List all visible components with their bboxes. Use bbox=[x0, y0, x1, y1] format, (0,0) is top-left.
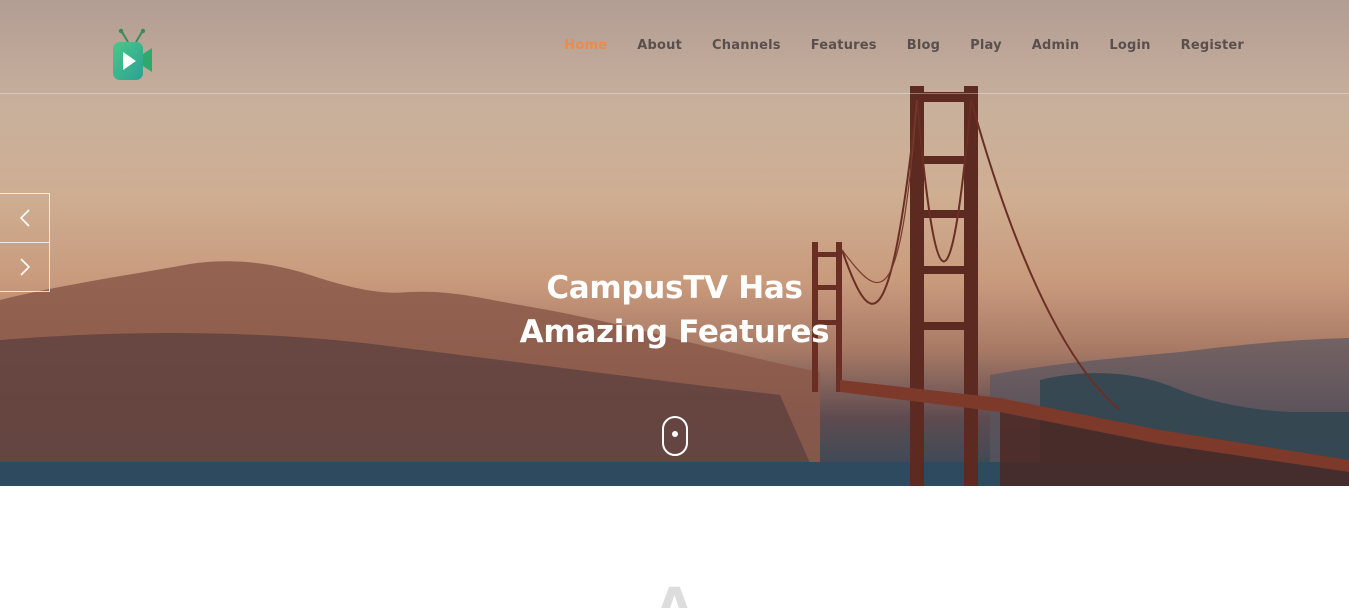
bridge-cable-main bbox=[841, 99, 1121, 411]
nav-item-home[interactable]: Home bbox=[564, 36, 607, 56]
navbar: Home About Channels Features Blog Play A… bbox=[0, 0, 1349, 94]
mouse-scroll-icon bbox=[672, 431, 678, 437]
hero-title: CampusTV Has Amazing Features bbox=[0, 266, 1349, 354]
main-nav: Home About Channels Features Blog Play A… bbox=[564, 36, 1244, 56]
scroll-down-indicator[interactable] bbox=[662, 416, 688, 456]
nav-item-login[interactable]: Login bbox=[1109, 36, 1150, 56]
chevron-left-icon bbox=[19, 209, 30, 227]
hero-title-line1: CampusTV Has bbox=[546, 270, 803, 306]
campustv-logo[interactable] bbox=[110, 28, 154, 84]
tv-logo-icon bbox=[113, 28, 152, 80]
nav-item-register[interactable]: Register bbox=[1181, 36, 1244, 56]
nav-item-admin[interactable]: Admin bbox=[1032, 36, 1080, 56]
hero-title-line2: Amazing Features bbox=[519, 314, 830, 350]
nav-item-about[interactable]: About bbox=[637, 36, 682, 56]
nav-item-channels[interactable]: Channels bbox=[712, 36, 781, 56]
nav-item-play[interactable]: Play bbox=[970, 36, 1002, 56]
slider-prev-button[interactable] bbox=[0, 193, 50, 243]
nav-item-features[interactable]: Features bbox=[811, 36, 877, 56]
next-section-heading: A bbox=[655, 578, 694, 608]
hero-section: Home About Channels Features Blog Play A… bbox=[0, 0, 1349, 486]
nav-item-blog[interactable]: Blog bbox=[907, 36, 940, 56]
